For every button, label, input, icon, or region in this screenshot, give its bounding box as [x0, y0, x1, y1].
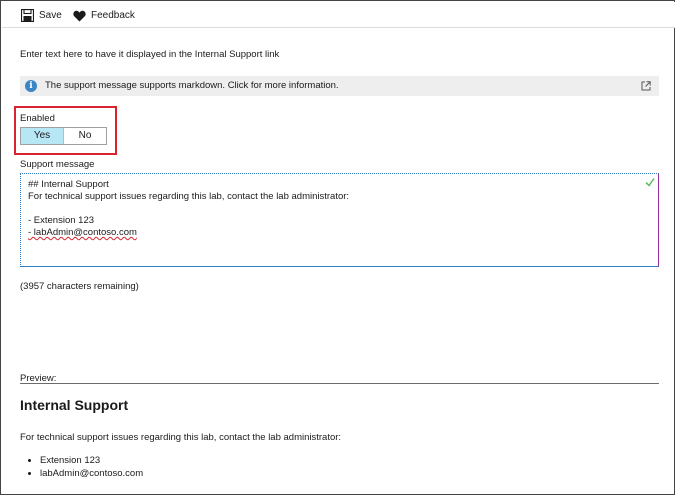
support-message-label: Support message — [20, 159, 95, 170]
preview-list-item: Extension 123 — [28, 454, 143, 467]
preview-list: Extension 123 labAdmin@contoso.com — [28, 454, 143, 480]
message-line: - labAdmin@contoso.com — [28, 227, 137, 238]
preview-paragraph: For technical support issues regarding t… — [20, 432, 342, 443]
enabled-toggle[interactable]: Yes No — [20, 127, 107, 145]
external-link-icon — [641, 81, 651, 91]
save-button[interactable]: Save — [20, 8, 62, 23]
message-line: ## Internal Support — [28, 179, 109, 190]
preview-divider — [20, 383, 659, 384]
enabled-no-option[interactable]: No — [64, 128, 106, 144]
enabled-yes-option[interactable]: Yes — [21, 128, 64, 144]
support-message-blade: Save Feedback Enter text here to have it… — [0, 0, 675, 495]
save-icon — [20, 9, 34, 23]
message-line: - Extension 123 — [28, 215, 95, 226]
preview-list-item: labAdmin@contoso.com — [28, 467, 143, 480]
info-text: The support message supports markdown. C… — [45, 80, 339, 91]
command-bar: Save Feedback — [2, 2, 675, 28]
markdown-info-bar[interactable]: i The support message supports markdown.… — [20, 76, 659, 96]
characters-remaining: (3957 characters remaining) — [20, 281, 139, 292]
valid-check-icon — [645, 177, 655, 187]
enabled-label: Enabled — [20, 113, 55, 124]
heart-icon — [72, 9, 86, 23]
feedback-label: Feedback — [91, 10, 135, 21]
info-icon: i — [25, 80, 37, 92]
message-line: For technical support issues regarding t… — [28, 191, 350, 202]
save-label: Save — [39, 10, 62, 21]
support-message-input[interactable]: ## Internal Support For technical suppor… — [20, 173, 659, 267]
preview-heading: Internal Support — [20, 397, 129, 413]
feedback-button[interactable]: Feedback — [72, 8, 135, 23]
section-description: Enter text here to have it displayed in … — [20, 49, 280, 60]
